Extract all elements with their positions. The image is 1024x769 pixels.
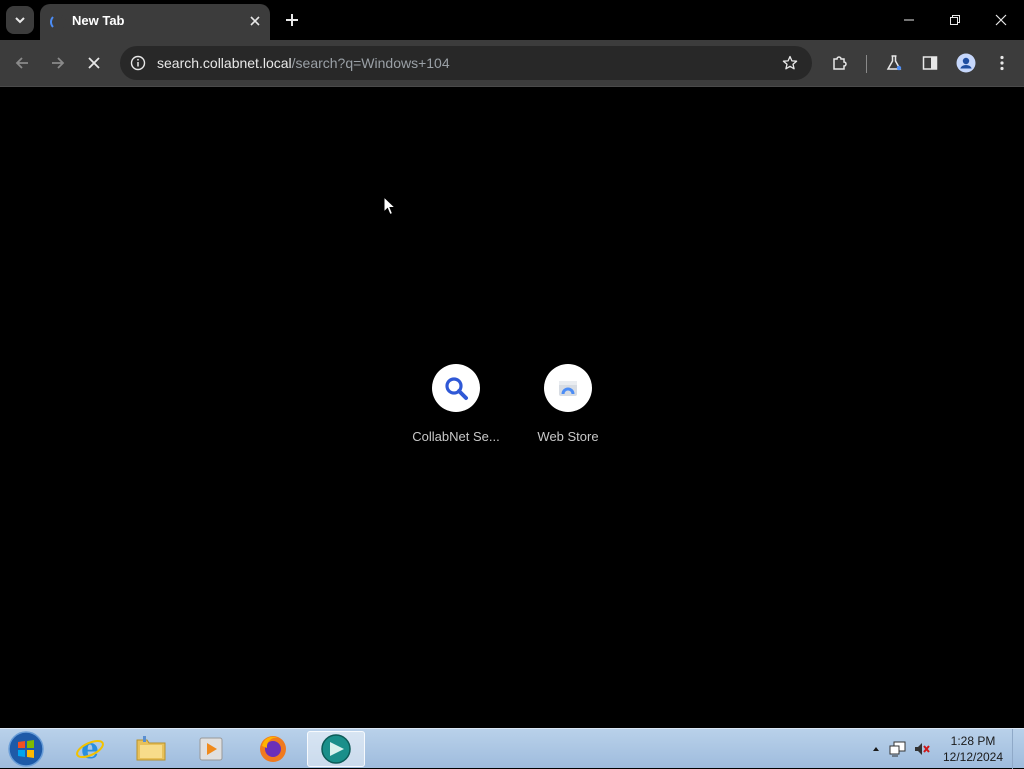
extensions-button[interactable] [826, 49, 854, 77]
windows-taskbar: e 1:28 PM 12/12/2024 [0, 728, 1024, 769]
network-icon [889, 741, 906, 757]
forward-button[interactable] [44, 49, 72, 77]
stop-loading-button[interactable] [80, 49, 108, 77]
taskbar-media-player[interactable] [183, 731, 241, 767]
plus-icon [286, 14, 298, 26]
tab-strip: New Tab [0, 0, 1024, 40]
info-icon [130, 55, 146, 71]
forward-arrow-icon [52, 57, 65, 69]
windows-logo-icon [8, 731, 44, 767]
web-store-icon [559, 381, 577, 396]
tab-search-button[interactable] [6, 6, 34, 34]
restore-icon [950, 15, 960, 25]
shortcut-label: CollabNet Se... [412, 429, 500, 444]
magnifier-icon [445, 377, 468, 400]
shortcut-label: Web Store [537, 429, 599, 444]
labs-button[interactable] [880, 49, 908, 77]
browser-window: New Tab search.collabnet.local/search?q=… [0, 0, 1024, 728]
url-path: /search?q=Windows+104 [291, 55, 450, 71]
taskbar-file-explorer[interactable] [122, 731, 180, 767]
show-desktop-button[interactable] [1012, 729, 1024, 769]
minimize-button[interactable] [886, 0, 932, 40]
clock-date: 12/12/2024 [942, 750, 1004, 764]
taskbar-firefox[interactable] [244, 731, 302, 767]
browser-toolbar: search.collabnet.local/search?q=Windows+… [0, 40, 1024, 87]
minimize-icon [904, 19, 914, 21]
start-button[interactable] [6, 730, 46, 768]
bookmark-button[interactable] [780, 53, 800, 73]
restore-button[interactable] [932, 0, 978, 40]
chevron-down-icon [15, 17, 25, 24]
new-tab-page: CollabNet Se... Web Store [0, 88, 1024, 728]
close-icon [88, 57, 100, 69]
puzzle-icon [833, 56, 847, 70]
profile-button[interactable] [952, 49, 980, 77]
volume-tray-icon[interactable] [913, 741, 931, 757]
show-hidden-icons-button[interactable] [867, 741, 885, 757]
address-bar[interactable]: search.collabnet.local/search?q=Windows+… [120, 46, 812, 80]
avatar-icon [956, 53, 976, 73]
toolbar-divider [866, 55, 867, 73]
site-info-button[interactable] [128, 53, 148, 73]
close-icon [250, 16, 260, 26]
internet-explorer-icon: e [76, 734, 104, 764]
close-window-button[interactable] [978, 0, 1024, 40]
shortcut-icon-circle [544, 364, 592, 412]
side-panel-button[interactable] [916, 49, 944, 77]
taskbar-internet-explorer[interactable]: e [61, 731, 119, 767]
system-clock[interactable]: 1:28 PM 12/12/2024 [936, 733, 1010, 765]
firefox-icon [260, 736, 286, 762]
shortcut-collabnet-search[interactable]: CollabNet Se... [400, 364, 512, 454]
chevron-up-icon [873, 747, 879, 751]
flask-icon [886, 55, 902, 71]
tab-title: New Tab [72, 13, 125, 28]
volume-muted-icon [915, 743, 930, 755]
media-player-icon [199, 737, 223, 761]
network-tray-icon[interactable] [889, 741, 907, 757]
shortcut-web-store[interactable]: Web Store [512, 364, 624, 454]
tab-close-button[interactable] [246, 12, 264, 30]
new-tab-button[interactable] [280, 8, 304, 32]
menu-button[interactable] [988, 49, 1016, 77]
side-panel-icon [922, 56, 938, 70]
shortcut-icon-circle [432, 364, 480, 412]
mouse-cursor-icon [383, 196, 397, 216]
taskbar-browser[interactable] [307, 731, 365, 767]
star-icon [782, 55, 798, 70]
folder-icon [136, 736, 166, 761]
close-icon [995, 14, 1007, 26]
back-button[interactable] [8, 49, 36, 77]
back-arrow-icon [15, 57, 28, 69]
loading-spinner-icon [50, 14, 66, 30]
clock-time: 1:28 PM [950, 734, 996, 748]
url-text: search.collabnet.local/search?q=Windows+… [157, 55, 450, 71]
more-vertical-icon [1000, 55, 1004, 71]
svg-text:e: e [81, 734, 99, 764]
tab-new-tab[interactable]: New Tab [40, 4, 270, 40]
browser-app-icon [321, 734, 351, 764]
url-host: search.collabnet.local [157, 55, 292, 71]
